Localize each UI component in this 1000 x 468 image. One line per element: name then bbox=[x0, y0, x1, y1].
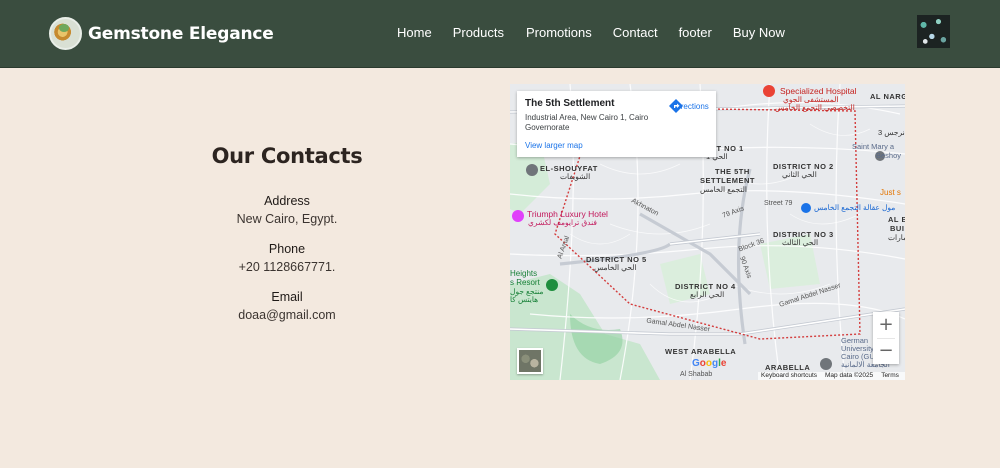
map-label-triumph-hotel-ar: فندق ترايومف لكشري bbox=[528, 218, 597, 227]
map-place-name: The 5th Settlement bbox=[525, 98, 615, 109]
map-label-al-shabab: Al Shabab bbox=[680, 371, 713, 378]
map-label-district-3-ar: الحي الثالث bbox=[782, 238, 819, 247]
contacts-title: Our Contacts bbox=[211, 144, 363, 168]
zoom-controls: + − bbox=[873, 312, 899, 364]
zoom-in-button[interactable]: + bbox=[873, 312, 899, 338]
map-label-aarab: عمارات bbox=[888, 233, 905, 242]
map-label-bui: BUI bbox=[890, 224, 905, 233]
map-label-district-4-ar: الحي الرابع bbox=[690, 290, 725, 299]
nav-contact[interactable]: Contact bbox=[613, 25, 658, 40]
nav-promotions[interactable]: Promotions bbox=[526, 25, 592, 40]
email-label: Email bbox=[271, 290, 303, 304]
map-label-mall: مول عقالة التجمع الخامس bbox=[814, 203, 896, 212]
map-label-west-arabella: WEST ARABELLA bbox=[665, 347, 737, 356]
view-larger-map-link[interactable]: View larger map bbox=[525, 141, 583, 150]
brand[interactable]: Gemstone Elegance bbox=[49, 17, 274, 50]
map-label-resort: s Resort bbox=[510, 278, 540, 287]
navbar: Gemstone Elegance Home Products Promotio… bbox=[0, 0, 1000, 68]
map-label-5th-settlement-ar: التجمع الخامس bbox=[700, 185, 747, 194]
keyboard-shortcuts-link[interactable]: Keyboard shortcuts bbox=[761, 372, 817, 380]
nav-buy-now[interactable]: Buy Now bbox=[733, 25, 785, 40]
map-label-saint-mary: Saint Mary a bbox=[852, 142, 895, 151]
nav-products[interactable]: Products bbox=[453, 25, 504, 40]
map-info-card: The 5th Settlement Industrial Area, New … bbox=[517, 91, 716, 157]
phone-label: Phone bbox=[268, 242, 306, 256]
avatar[interactable] bbox=[917, 15, 950, 48]
directions-button[interactable]: Directions bbox=[669, 99, 713, 113]
map-label-al-narges: AL NARGE bbox=[870, 92, 905, 101]
map-label-resort-ar-2: هايتس كا bbox=[510, 295, 539, 304]
embedded-map[interactable]: Specialized Hospital المستشفى الجوي التخ… bbox=[510, 84, 905, 380]
address-label: Address bbox=[264, 194, 310, 208]
map-label-district-5-ar: الحي الخامس bbox=[594, 263, 637, 272]
map-label-al-b: AL B bbox=[888, 215, 905, 224]
map-label-heights: Heights bbox=[510, 269, 538, 278]
map-label-5th-settlement-2: SETTLEMENT bbox=[700, 176, 755, 185]
map-label-arabella: ARABELLA bbox=[765, 363, 811, 372]
map-label-street-79: Street 79 bbox=[764, 200, 793, 207]
nav-links: Home Products Promotions Contact footer … bbox=[397, 25, 785, 40]
google-logo: Google bbox=[692, 358, 727, 369]
map-label-al-narges-ar: نرجس 3 bbox=[878, 128, 905, 137]
map-label-just: Just s bbox=[880, 188, 901, 197]
map-label-5th-settlement-1: THE 5TH bbox=[715, 167, 750, 176]
satellite-toggle[interactable] bbox=[517, 348, 543, 374]
directions-icon bbox=[669, 99, 683, 113]
map-data-text: Map data ©2025 bbox=[825, 372, 874, 379]
brand-logo bbox=[49, 17, 82, 50]
email-value: doaa@gmail.com bbox=[238, 308, 336, 322]
map-attribution: Keyboard shortcuts Map data ©2025 Terms bbox=[758, 372, 905, 380]
map-place-address: Industrial Area, New Cairo 1, Cairo Gove… bbox=[525, 113, 649, 132]
map-label-district-2-ar: الحي الثاني bbox=[782, 170, 817, 179]
contacts-section: Our Contacts Address New Cairo, Egypt. P… bbox=[186, 140, 388, 323]
nav-home[interactable]: Home bbox=[397, 25, 432, 40]
zoom-out-button[interactable]: − bbox=[873, 338, 899, 364]
map-label-el-shouyfat-ar: الشويفات bbox=[560, 172, 591, 181]
nav-footer[interactable]: footer bbox=[679, 25, 712, 40]
map-label-beshoy: Beshoy bbox=[876, 151, 902, 160]
map-label-hospital-ar-2: التخصصي التجمع الخامس bbox=[775, 103, 855, 112]
brand-name: Gemstone Elegance bbox=[88, 23, 274, 44]
terms-link[interactable]: Terms bbox=[881, 372, 899, 380]
phone-value: +20 1128667771. bbox=[238, 260, 336, 274]
address-value: New Cairo, Egypt. bbox=[236, 212, 338, 226]
